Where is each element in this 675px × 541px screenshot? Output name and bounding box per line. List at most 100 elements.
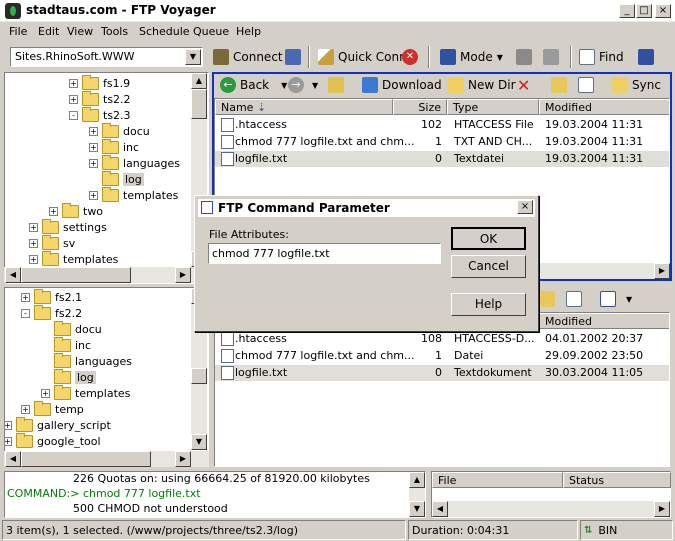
tree-node[interactable]: + settings [29,218,107,235]
local-folder-tree[interactable]: + fs2.1 - fs2.2 docu inc languages log + template… [4,287,209,467]
folder-view-button[interactable] [551,74,567,96]
tree-node[interactable]: + google_tool [5,432,101,449]
tree-node[interactable]: log [89,170,144,187]
back-button[interactable]: ← Back ▼ [220,74,287,96]
tree-node[interactable]: + templates [29,250,118,267]
tree-node[interactable]: log [41,368,96,385]
file-row[interactable]: logfile.txt 0 Textdokument 30.03.2004 11:05 [215,365,669,381]
expand-icon[interactable]: + [49,206,58,216]
tree-node[interactable]: inc [41,336,91,353]
menu-tools[interactable]: Tools [101,25,128,38]
tree-node[interactable]: + templates [41,384,130,401]
stop-button[interactable]: ✕ [402,46,418,68]
scroll-thumb[interactable] [191,368,207,384]
new-dir-button[interactable]: New Dir [448,74,516,96]
chevron-down-icon[interactable]: ▼ [185,49,201,65]
file-row[interactable]: .htaccess 102 HTACCESS File 19.03.2004 11:3… [215,117,669,133]
delete-button[interactable]: ✕ [517,74,530,96]
queue-panel[interactable]: File Status ◀ ▶ [431,471,671,518]
col-modified[interactable]: Modified [539,313,669,329]
menu-file[interactable]: File [9,25,27,38]
edit-button[interactable] [578,74,594,96]
find-button[interactable]: Find [579,46,624,68]
download-button[interactable]: Download [362,74,442,96]
tree-node[interactable]: + languages [89,154,180,171]
ok-button[interactable]: OK [451,227,526,250]
tree-node[interactable]: + ts2.2 [69,90,131,107]
col-size[interactable]: Size [393,99,447,115]
local-tree-hscrollbar[interactable]: ◀ ▶ [4,451,209,467]
dialog-close-button[interactable]: × [517,200,533,214]
view-options-button[interactable]: ▼ [600,288,632,310]
log-scrollbar[interactable]: ▲ ▼ [409,472,425,517]
scroll-right-icon[interactable]: ▶ [654,263,670,279]
tree-node[interactable]: + temp [21,400,84,417]
collapse-icon[interactable]: - [21,308,30,318]
expand-icon[interactable]: + [41,388,50,398]
expand-icon[interactable]: + [5,420,12,430]
expand-icon[interactable]: + [29,238,38,248]
tree-node[interactable]: - ts2.3 [69,106,131,123]
scroll-up-icon[interactable]: ▲ [409,472,425,488]
dialog-title-bar[interactable]: FTP Command Parameter × [198,199,535,217]
scroll-up-icon[interactable]: ▲ [191,73,207,89]
menu-help[interactable]: Help [236,25,261,38]
menu-queue[interactable]: Queue [193,25,229,38]
file-row[interactable]: chmod 777 logfile.txt and chm... 1 TXT AND… [215,134,669,150]
col-modified[interactable]: Modified [539,99,669,115]
tree-node[interactable]: docu [41,320,102,337]
expand-icon[interactable]: + [21,404,30,414]
properties-button[interactable] [638,46,654,68]
file-row[interactable]: .htaccess 108 HTACCESS-D... 04.01.2002 20:3… [215,331,669,347]
cancel-button[interactable]: Cancel [451,255,526,278]
file-row[interactable]: logfile.txt 0 Textdatei 19.03.2004 11:31 [215,151,669,167]
menu-edit[interactable]: Edit [38,25,59,38]
scroll-down-icon[interactable]: ▼ [191,434,207,450]
scroll-right-icon[interactable]: ▶ [654,501,670,517]
title-bar[interactable]: stadtaus.com - FTP Voyager _ □ × [0,0,675,22]
expand-icon[interactable]: + [89,126,98,136]
scroll-right-icon[interactable]: ▶ [175,451,191,467]
expand-icon[interactable]: + [89,158,98,168]
remote-folder-tree[interactable]: + fs1.9 + ts2.2 - ts2.3 + docu + inc + languages log… [4,72,209,284]
scroll-thumb[interactable] [21,451,151,467]
local-edit-button[interactable] [566,288,582,310]
file-row[interactable]: chmod 777 logfile.txt and chm... 1 Datei 29… [215,348,669,364]
expand-icon[interactable]: + [69,78,78,88]
tree-node[interactable]: + docu [89,122,150,139]
scroll-left-icon[interactable]: ◀ [5,451,21,467]
print-button[interactable] [543,46,559,68]
queue-hscrollbar[interactable]: ◀ ▶ [432,501,670,517]
chevron-down-icon[interactable]: ▼ [312,81,318,90]
scroll-thumb[interactable] [21,267,131,283]
menu-schedule[interactable]: Schedule [139,25,190,38]
tree-node[interactable]: + two [49,202,103,219]
collapse-icon[interactable]: - [69,110,78,120]
scroll-left-icon[interactable]: ◀ [432,501,448,517]
expand-icon[interactable]: + [5,436,12,446]
help-button[interactable]: Help [451,293,526,316]
mode-button[interactable]: Mode ▼ [440,46,503,68]
file-attributes-input[interactable]: chmod 777 logfile.txt [208,243,441,264]
remote-tree-hscrollbar[interactable]: ◀ ▶ [4,267,209,283]
disconnect-button[interactable] [285,46,301,68]
parent-folder-button[interactable] [328,74,344,96]
col-type[interactable]: Type [447,99,539,115]
local-folder-view-button[interactable] [539,288,555,310]
expand-icon[interactable]: + [69,94,78,104]
tree-node[interactable]: + fs2.1 [21,288,82,305]
quick-conn-button[interactable]: Quick Conn [318,46,407,68]
scroll-left-icon[interactable]: ◀ [5,267,21,283]
log-panel[interactable]: 226 Quotas on: using 66664.25 of 81920.0… [4,471,426,518]
close-button[interactable]: × [655,4,671,18]
tree-node[interactable]: + sv [29,234,75,251]
expand-icon[interactable]: + [89,142,98,152]
scroll-thumb[interactable] [191,89,207,119]
col-file[interactable]: File [432,472,563,488]
status-transfer-mode[interactable]: ⇅ BIN [580,520,673,540]
local-file-list[interactable]: Modified .htaccess 108 HTACCESS-D... 04.01.… [214,312,670,467]
expand-icon[interactable]: + [89,190,98,200]
expand-icon[interactable]: + [29,222,38,232]
tree-node[interactable]: - fs2.2 [21,304,82,321]
col-name[interactable]: Name ⇣ [215,99,393,115]
